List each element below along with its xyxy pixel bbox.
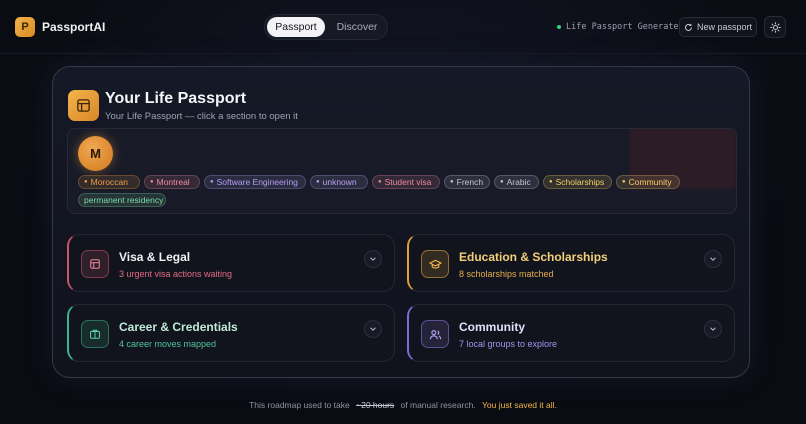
section-subtitle: 8 scholarships matched xyxy=(459,269,554,279)
tag-chip: ● unknown xyxy=(310,175,368,189)
tag-chip: ● Moroccan xyxy=(78,175,140,189)
footer-note: This roadmap used to take ~20 hours of m… xyxy=(0,400,806,410)
users-icon xyxy=(421,320,449,348)
document-icon xyxy=(81,250,109,278)
footer-text: This roadmap used to take xyxy=(249,400,350,410)
section-career-credentials[interactable]: Career & Credentials 4 career moves mapp… xyxy=(67,304,395,362)
tag-label: Software Engineering xyxy=(216,177,298,187)
status-dot-icon xyxy=(557,25,561,29)
chevron-down-icon[interactable] xyxy=(364,320,382,338)
tag-chip: ● Community xyxy=(616,175,680,189)
tag-label: Community xyxy=(628,177,672,187)
app-window: P PassportAI Passport Discover Life Pass… xyxy=(0,0,806,424)
section-title: Community xyxy=(459,320,525,334)
tag-label: Arabic xyxy=(506,177,531,187)
section-visa-legal[interactable]: Visa & Legal 3 urgent visa actions waiti… xyxy=(67,234,395,292)
tag-chip: ● Scholarships xyxy=(543,175,612,189)
tag-chip: ● Student visa xyxy=(372,175,440,189)
tag-chip: ● Montreal xyxy=(144,175,200,189)
tag-dot-icon: ● xyxy=(450,179,454,185)
tab-discover[interactable]: Discover xyxy=(327,17,387,37)
tag-label: Montreal xyxy=(156,177,190,187)
tag-label: Student visa xyxy=(384,177,432,187)
tag-label: Scholarships xyxy=(555,177,605,187)
section-subtitle: 7 local groups to explore xyxy=(459,339,558,349)
chevron-down-icon[interactable] xyxy=(364,250,382,268)
briefcase-icon xyxy=(81,320,109,348)
section-title: Visa & Legal xyxy=(119,250,191,264)
passport-icon xyxy=(68,90,99,121)
section-title: Career & Credentials xyxy=(119,320,238,334)
tag-label: Moroccan xyxy=(90,177,128,187)
status-text: Life Passport Generated xyxy=(566,22,684,32)
section-title: Education & Scholarships xyxy=(459,250,608,264)
tag-dot-icon: ● xyxy=(549,179,553,185)
tag-dot-icon: ● xyxy=(84,179,88,185)
chevron-down-icon[interactable] xyxy=(704,320,722,338)
tag-dot-icon: ● xyxy=(622,179,626,185)
tag-dot-icon: ● xyxy=(150,179,154,185)
top-bar: P PassportAI Passport Discover Life Pass… xyxy=(0,0,806,54)
app-name: PassportAI xyxy=(42,20,106,34)
footer-highlight: You just saved it all. xyxy=(482,400,557,410)
tag-label: unknown xyxy=(322,177,357,187)
footer-struck-text: ~20 hours xyxy=(356,400,395,410)
tag-dot-icon: ● xyxy=(500,179,504,185)
tag-dot-icon: ● xyxy=(210,179,214,185)
new-passport-button[interactable]: New passport xyxy=(679,17,757,37)
graduation-cap-icon xyxy=(421,250,449,278)
generation-status: Life Passport Generated xyxy=(557,22,684,32)
tag-chip: ● French xyxy=(444,175,490,189)
section-education-scholarships[interactable]: Education & Scholarships 8 scholarships … xyxy=(407,234,735,292)
profile-summary: M ● Moroccan ● Montreal ● Software Engineerin… xyxy=(67,128,737,214)
tag-label: French xyxy=(456,177,484,187)
theme-toggle-button[interactable] xyxy=(764,16,786,38)
refresh-icon xyxy=(685,23,692,31)
new-passport-label: New passport xyxy=(696,22,753,32)
tag-chip: ● Software Engineering xyxy=(204,175,306,189)
life-passport-card: Your Life Passport Your Life Passport — … xyxy=(52,66,750,378)
chevron-down-icon[interactable] xyxy=(704,250,722,268)
page-title: Your Life Passport xyxy=(105,90,247,107)
avatar: M xyxy=(78,136,113,171)
tag-label: permanent residency xyxy=(84,195,164,205)
tag-dot-icon: ● xyxy=(316,179,320,185)
section-subtitle: 3 urgent visa actions waiting xyxy=(119,269,233,279)
view-tabs: Passport Discover xyxy=(264,14,388,40)
tab-passport[interactable]: Passport xyxy=(267,17,325,37)
section-subtitle: 4 career moves mapped xyxy=(119,339,217,349)
sun-icon xyxy=(769,21,781,33)
page-subtitle: Your Life Passport — click a section to … xyxy=(105,111,298,122)
section-community[interactable]: Community 7 local groups to explore xyxy=(407,304,735,362)
tag-dot-icon: ● xyxy=(378,179,382,185)
tag-chip: ● Arabic xyxy=(494,175,539,189)
app-logo: P xyxy=(15,17,35,37)
footer-text-after: of manual research. xyxy=(400,400,476,410)
tag-chip: permanent residency xyxy=(78,193,166,207)
